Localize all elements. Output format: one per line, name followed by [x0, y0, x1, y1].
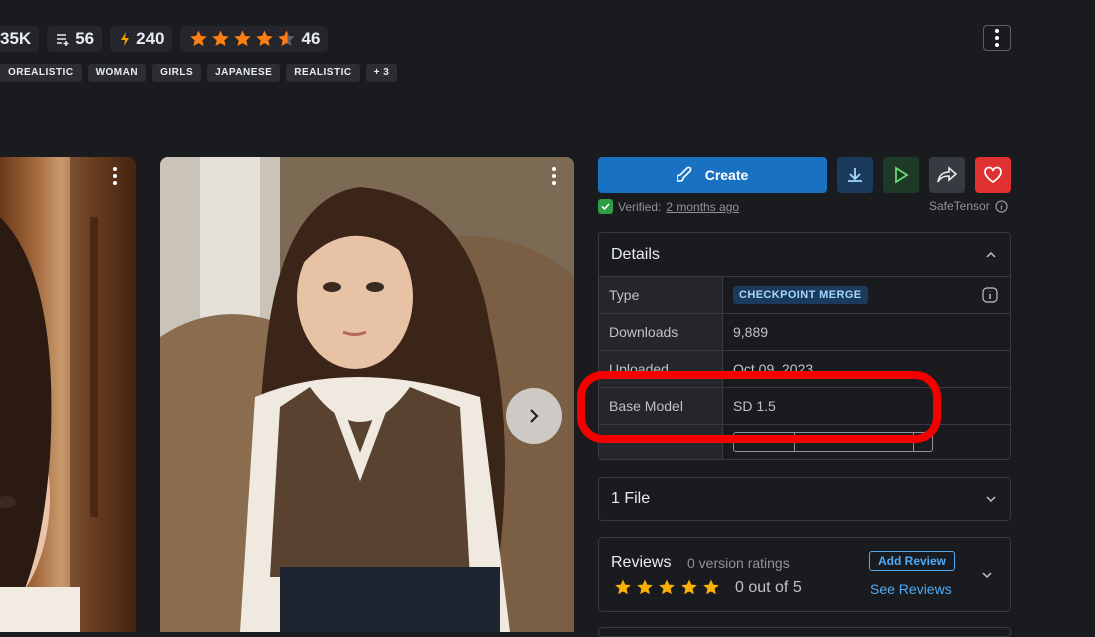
like-button[interactable] — [975, 157, 1011, 193]
buzz-count: 240 — [136, 29, 165, 48]
downloads-stat: 35K — [0, 26, 40, 52]
stats-bar: 35K 56 240 46 — [0, 26, 329, 52]
details-header[interactable]: Details — [599, 233, 1010, 277]
vertical-dots-icon — [995, 29, 999, 47]
heart-icon — [984, 166, 1002, 184]
review-stars — [613, 578, 721, 597]
add-review-button[interactable]: Add Review — [869, 551, 956, 571]
buzz-stat: 240 — [110, 26, 173, 52]
star-half-icon — [278, 30, 296, 46]
share-button[interactable] — [929, 157, 965, 193]
star-icon — [659, 579, 675, 595]
info-icon[interactable] — [995, 199, 1008, 213]
shield-check-icon — [598, 199, 613, 214]
image-menu-icon[interactable] — [113, 167, 117, 185]
star-icon — [212, 30, 230, 46]
highlight-annotation — [577, 371, 941, 443]
tag[interactable]: GIRLS — [152, 64, 202, 82]
create-button[interactable]: Create — [598, 157, 827, 193]
collections-count: 56 — [75, 29, 95, 48]
details-key: Downloads — [599, 314, 723, 350]
more-options-button[interactable] — [983, 25, 1011, 51]
details-row-downloads: Downloads 9,889 — [599, 314, 1010, 351]
rating-stars — [188, 29, 297, 49]
rating-stat[interactable]: 46 — [180, 26, 329, 52]
download-button[interactable] — [837, 157, 873, 193]
image-menu-icon[interactable] — [552, 167, 556, 185]
tag[interactable]: REALISTIC — [286, 64, 360, 82]
star-icon — [703, 579, 719, 595]
version-ratings: 0 version ratings — [687, 555, 790, 571]
collections-stat: 56 — [47, 26, 103, 52]
gallery-image-previous[interactable] — [0, 157, 136, 632]
star-icon — [615, 579, 631, 595]
play-icon — [895, 166, 909, 184]
see-reviews-link[interactable]: See Reviews — [870, 581, 952, 597]
reviews-panel: Reviews 0 version ratings 0 out of 5 Add… — [598, 537, 1011, 612]
image-content — [160, 157, 574, 632]
details-value: 9,889 — [733, 324, 769, 340]
chevron-down-icon[interactable] — [980, 570, 994, 580]
bolt-icon — [121, 32, 130, 46]
gallery-image-current[interactable] — [160, 157, 574, 632]
share-icon — [937, 166, 958, 183]
details-title: Details — [611, 245, 660, 263]
playlist-add-icon — [57, 34, 69, 46]
type-badge: CHECKPOINT MERGE — [733, 286, 868, 304]
download-icon — [848, 168, 862, 182]
downloads-count: 35K — [0, 29, 32, 48]
tag[interactable]: JAPANESE — [207, 64, 281, 82]
reviews-title: Reviews — [611, 554, 672, 571]
file-format: SafeTensor — [929, 199, 1008, 213]
chevron-up-icon — [986, 251, 996, 258]
files-panel[interactable]: 1 File — [598, 477, 1011, 521]
more-tags[interactable]: + 3 — [365, 64, 398, 82]
files-label: 1 File — [611, 490, 651, 507]
next-panel-edge — [598, 627, 1011, 637]
details-key: Type — [599, 277, 723, 313]
details-row-type: Type CHECKPOINT MERGE — [599, 277, 1010, 314]
info-icon[interactable] — [982, 287, 998, 303]
verified-label: Verified: — [618, 199, 662, 214]
verified-time-link[interactable]: 2 months ago — [666, 200, 739, 214]
chevron-down-icon — [986, 496, 996, 503]
chevron-right-icon — [530, 409, 539, 423]
run-button[interactable] — [883, 157, 919, 193]
file-format-label: SafeTensor — [929, 199, 990, 213]
tag-list: OREALISTIC WOMAN GIRLS JAPANESE REALISTI… — [0, 64, 398, 82]
verified-status: Verified: 2 months ago — [598, 199, 739, 214]
tag[interactable]: OREALISTIC — [0, 64, 82, 82]
brush-icon — [676, 166, 692, 182]
rating-count: 46 — [301, 29, 321, 48]
image-content — [0, 157, 136, 632]
star-icon — [190, 30, 208, 46]
star-icon — [234, 30, 252, 46]
star-icon — [256, 30, 274, 46]
star-icon — [637, 579, 653, 595]
tag[interactable]: WOMAN — [87, 64, 147, 82]
review-score: 0 out of 5 — [735, 579, 802, 596]
next-image-button[interactable] — [506, 388, 562, 444]
star-icon — [681, 579, 697, 595]
create-label: Create — [704, 167, 749, 183]
